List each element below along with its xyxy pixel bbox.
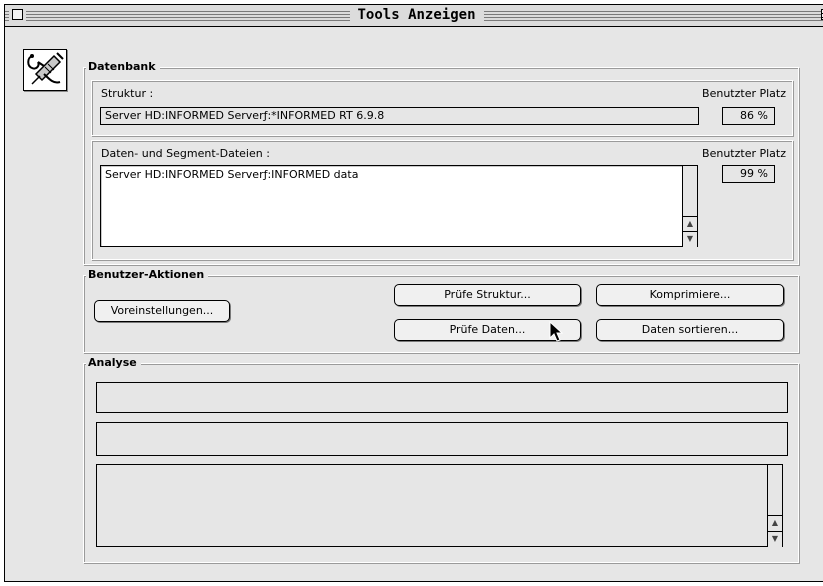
daten-scrollbar[interactable]: ▲ ▼ (682, 165, 698, 247)
daten-file-list[interactable]: Server HD:INFORMED Serverƒ:INFORMED data (100, 165, 683, 247)
stethoscope-syringe-icon (23, 49, 67, 91)
voreinstellungen-button[interactable]: Voreinstellungen... (94, 300, 230, 322)
aktionen-label: Benutzer-Aktionen (86, 268, 209, 282)
scroll-up-icon[interactable]: ▲ (768, 515, 782, 531)
analyse-line-2 (96, 422, 788, 456)
komprimiere-button[interactable]: Komprimiere... (596, 284, 784, 306)
scroll-down-icon[interactable]: ▼ (768, 531, 782, 547)
daten-panel: Daten- und Segment-Dateien : Benutzter P… (91, 140, 793, 260)
arrow-cursor-icon (549, 320, 565, 343)
daten-sortieren-button[interactable]: Daten sortieren... (596, 319, 784, 341)
analyse-group: Analyse ▲ ▼ (83, 356, 799, 563)
close-box-icon[interactable] (12, 9, 23, 20)
daten-used-label: Benutzter Platz (702, 147, 786, 160)
struktur-path-field: Server HD:INFORMED Serverƒ:*INFORMED RT … (100, 107, 699, 125)
struktur-used-label: Benutzter Platz (702, 87, 786, 100)
struktur-panel: Struktur : Benutzter Platz Server HD:INF… (91, 80, 793, 136)
analyse-log[interactable] (96, 464, 768, 547)
pruefe-struktur-button[interactable]: Prüfe Struktur... (394, 284, 581, 306)
struktur-label: Struktur : (101, 87, 154, 100)
analyse-scrollbar[interactable]: ▲ ▼ (767, 464, 783, 547)
window-title: Tools Anzeigen (349, 7, 484, 24)
tools-window: Tools Anzeigen Datenbank Struktur : Benu… (4, 4, 823, 582)
analyse-label: Analyse (86, 356, 141, 370)
aktionen-group: Benutzer-Aktionen Voreinstellungen... Pr… (83, 268, 799, 353)
datenbank-label: Datenbank (86, 60, 160, 74)
list-item[interactable]: Server HD:INFORMED Serverƒ:INFORMED data (105, 168, 682, 182)
title-bar[interactable]: Tools Anzeigen (5, 5, 823, 27)
analyse-line-1 (96, 382, 788, 413)
scroll-up-icon[interactable]: ▲ (683, 216, 697, 232)
struktur-used-value: 86 % (722, 107, 775, 125)
scroll-down-icon[interactable]: ▼ (683, 231, 697, 247)
datenbank-group: Datenbank Struktur : Benutzter Platz Ser… (83, 60, 799, 265)
daten-label: Daten- und Segment-Dateien : (101, 147, 270, 160)
daten-used-value: 99 % (722, 165, 775, 183)
